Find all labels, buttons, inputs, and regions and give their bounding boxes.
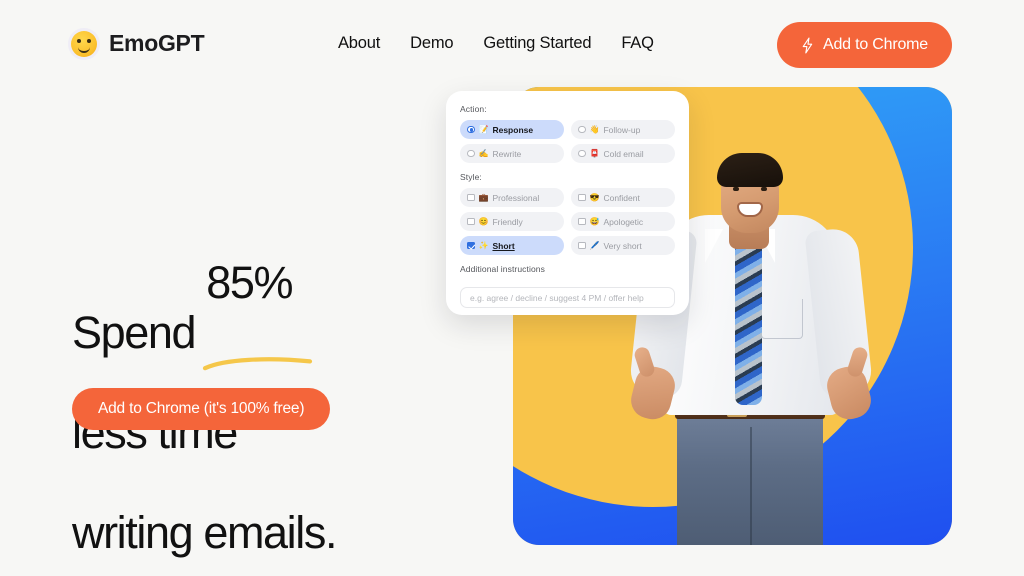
- style-option-professional[interactable]: 💼 Professional: [460, 188, 564, 207]
- settings-card: Action: 📝 Response 👋 Follow-up ✍️ Rewrit…: [446, 91, 689, 315]
- lightning-bolt-icon: [802, 37, 813, 53]
- nav-link-demo[interactable]: Demo: [410, 34, 453, 53]
- nav-link-getting-started[interactable]: Getting Started: [483, 34, 591, 53]
- waving-hand-emoji-icon: 👋: [589, 124, 600, 134]
- checkbox-icon[interactable]: [578, 193, 586, 202]
- radio-icon[interactable]: [467, 125, 475, 134]
- style-option-apologetic-label: Apologetic: [603, 216, 644, 227]
- smiling-face-emoji-icon: [71, 30, 97, 57]
- person-necktie: [735, 243, 762, 405]
- person-hair: [717, 153, 783, 187]
- style-option-short[interactable]: ✨ Short: [460, 236, 564, 255]
- style-option-short-label: Short: [492, 240, 515, 251]
- action-option-rewrite-label: Rewrite: [492, 148, 522, 159]
- site-header: EmoGPT About Demo Getting Started FAQ Ad…: [0, 0, 1024, 90]
- sweat-smile-emoji-icon: 😅: [589, 216, 600, 226]
- briefcase-emoji-icon: 💼: [478, 192, 489, 202]
- headline-line-1: Spend 85%: [72, 257, 432, 371]
- postbox-emoji-icon: 📮: [589, 148, 600, 158]
- headline-prefix: Spend: [72, 307, 207, 358]
- brand-logo[interactable]: EmoGPT: [71, 30, 205, 57]
- style-option-confident-label: Confident: [603, 192, 640, 203]
- main-nav: About Demo Getting Started FAQ: [338, 34, 654, 53]
- style-option-confident[interactable]: 😎 Confident: [571, 188, 675, 207]
- action-option-follow-up-label: Follow-up: [603, 124, 641, 135]
- add-to-chrome-button-header[interactable]: Add to Chrome: [776, 22, 952, 68]
- radio-icon[interactable]: [578, 125, 586, 134]
- landing-page: EmoGPT About Demo Getting Started FAQ Ad…: [0, 0, 1024, 576]
- person-shirt-pocket: [761, 299, 803, 339]
- checkbox-icon[interactable]: [578, 241, 586, 250]
- sparkles-emoji-icon: ✨: [478, 240, 489, 250]
- brand-name: EmoGPT: [109, 30, 205, 56]
- person-collar-left: [705, 229, 723, 263]
- radio-icon[interactable]: [578, 149, 586, 158]
- additional-instructions-input[interactable]: [460, 287, 675, 308]
- action-option-cold-email-label: Cold email: [603, 148, 644, 159]
- headline-accent: 85%: [203, 257, 313, 371]
- person-jeans: [677, 413, 823, 545]
- action-option-follow-up[interactable]: 👋 Follow-up: [571, 120, 675, 139]
- checkbox-icon[interactable]: [578, 217, 586, 226]
- radio-icon[interactable]: [467, 149, 475, 158]
- smiling-face-emoji-icon: 😊: [478, 216, 489, 226]
- sunglasses-face-emoji-icon: 😎: [589, 192, 600, 202]
- additional-instructions-label: Additional instructions: [460, 264, 545, 274]
- checkbox-icon[interactable]: [467, 193, 475, 202]
- accent-underline-icon: [203, 357, 313, 371]
- checkbox-icon[interactable]: [467, 241, 475, 250]
- style-section-label: Style:: [460, 172, 482, 182]
- style-option-friendly[interactable]: 😊 Friendly: [460, 212, 564, 231]
- style-option-very-short-label: Very short: [603, 240, 642, 251]
- add-to-chrome-button-header-label: Add to Chrome: [822, 36, 928, 53]
- nav-link-about[interactable]: About: [338, 34, 380, 53]
- person-right-eye: [761, 187, 767, 191]
- checkbox-icon[interactable]: [467, 217, 475, 226]
- headline-line-3: writing emails.: [72, 507, 337, 558]
- style-option-very-short[interactable]: 🖊️ Very short: [571, 236, 675, 255]
- action-option-cold-email[interactable]: 📮 Cold email: [571, 144, 675, 163]
- headline-accent-text: 85%: [206, 257, 293, 308]
- style-options-grid: 💼 Professional 😎 Confident 😊 Friendly 😅 …: [460, 188, 675, 255]
- style-option-friendly-label: Friendly: [492, 216, 523, 227]
- add-to-chrome-button-hero[interactable]: Add to Chrome (it's 100% free): [72, 388, 331, 430]
- action-options-grid: 📝 Response 👋 Follow-up ✍️ Rewrite 📮 Cold…: [460, 120, 675, 163]
- action-section-label: Action:: [460, 104, 487, 114]
- memo-emoji-icon: 📝: [478, 124, 489, 134]
- style-option-professional-label: Professional: [492, 192, 540, 203]
- nav-link-faq[interactable]: FAQ: [621, 34, 654, 53]
- action-option-response-label: Response: [492, 124, 534, 135]
- pen-emoji-icon: 🖊️: [589, 240, 600, 250]
- person-left-eye: [733, 187, 739, 191]
- action-option-response[interactable]: 📝 Response: [460, 120, 564, 139]
- action-option-rewrite[interactable]: ✍️ Rewrite: [460, 144, 564, 163]
- writing-hand-emoji-icon: ✍️: [478, 148, 489, 158]
- style-option-apologetic[interactable]: 😅 Apologetic: [571, 212, 675, 231]
